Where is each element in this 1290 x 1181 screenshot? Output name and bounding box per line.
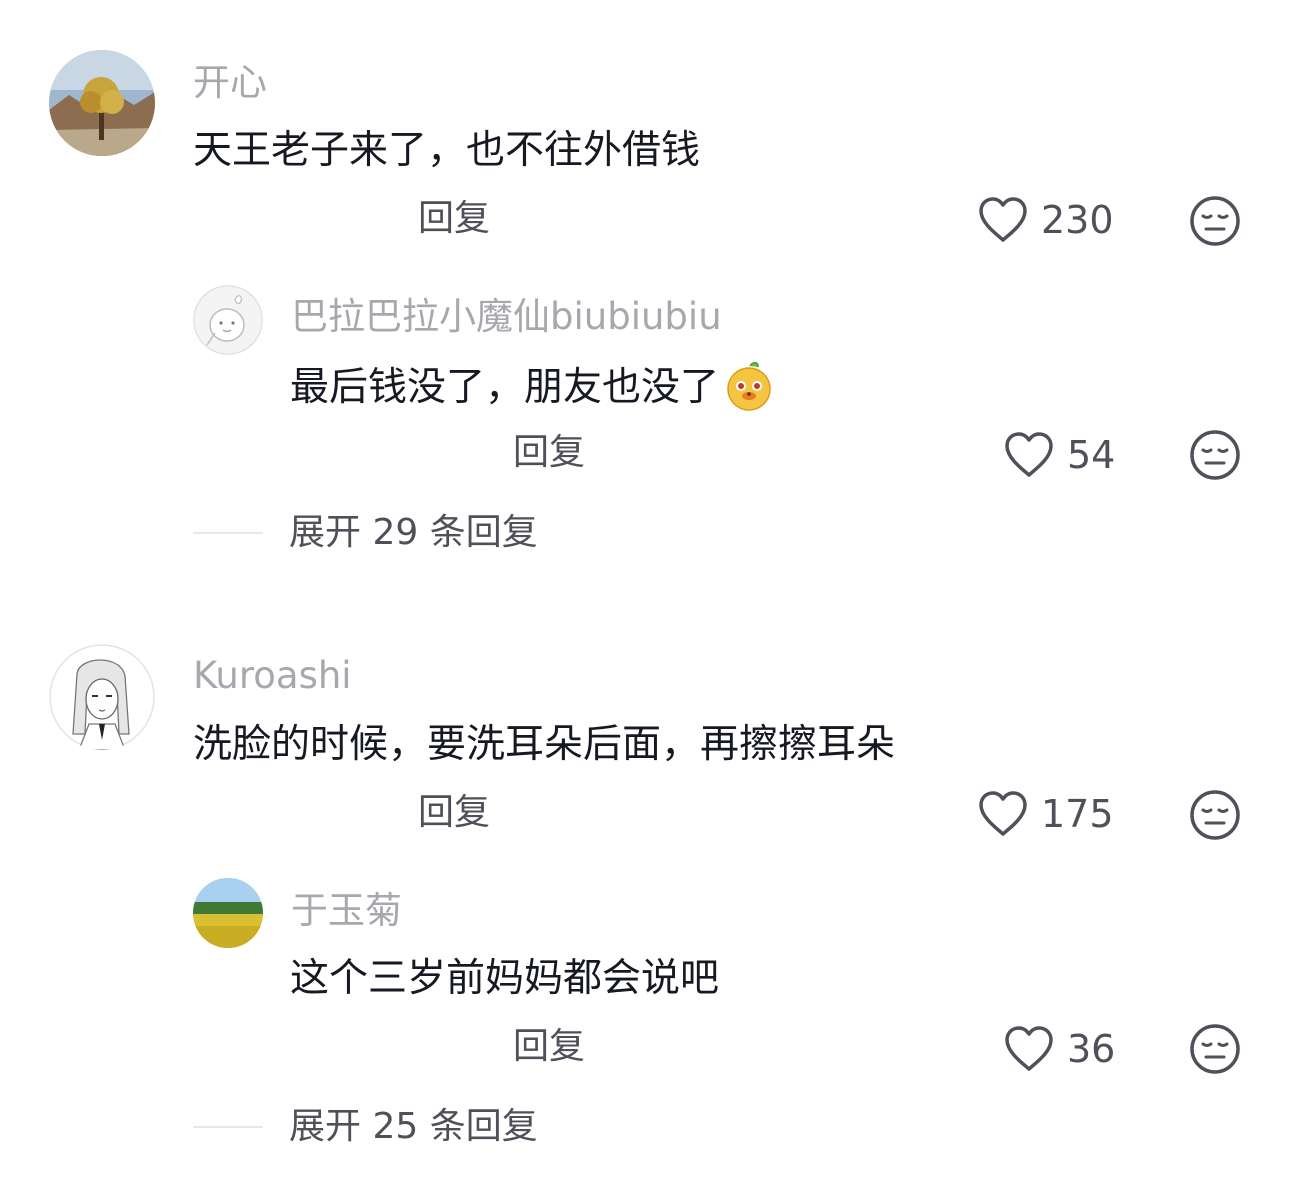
dislike-button[interactable] (1189, 195, 1241, 251)
cartoon-avatar-image (193, 285, 263, 355)
dislike-button[interactable] (1189, 1023, 1241, 1079)
comment-text: 最后钱没了，朋友也没了 (290, 360, 775, 419)
expand-replies-button[interactable]: 展开 25 条回复 (289, 1109, 538, 1145)
anime-girl-avatar-image (49, 644, 155, 750)
heart-outline-icon (979, 791, 1027, 836)
expand-replies-button[interactable]: 展开 29 条回复 (289, 515, 538, 551)
avatar[interactable] (193, 285, 263, 355)
like-button[interactable]: 175 (977, 790, 1114, 838)
comment-text: 洗脸的时候，要洗耳朵后面，再擦擦耳朵 (193, 722, 896, 767)
like-button[interactable]: 36 (1003, 1025, 1115, 1073)
like-count: 230 (1041, 198, 1114, 242)
comment-text: 这个三岁前妈妈都会说吧 (290, 956, 720, 1001)
username[interactable]: Kuroashi (193, 657, 352, 694)
username[interactable]: 开心 (193, 64, 267, 101)
heart-outline-icon (979, 197, 1027, 242)
avatar[interactable] (49, 50, 155, 156)
neutral-face-icon (1190, 1024, 1240, 1074)
like-count: 36 (1067, 1027, 1116, 1071)
username[interactable]: 于玉菊 (291, 892, 402, 929)
avatar[interactable] (49, 644, 155, 750)
neutral-face-icon (1190, 430, 1240, 480)
divider (193, 532, 263, 534)
reply-button[interactable]: 回复 (418, 795, 490, 831)
sticker-emoji-icon (723, 360, 775, 419)
dislike-button[interactable] (1189, 429, 1241, 485)
like-count: 54 (1067, 433, 1116, 477)
tree-landscape-avatar-image (49, 50, 155, 156)
field-landscape-avatar-image (193, 878, 263, 948)
username[interactable]: 巴拉巴拉小魔仙biubiubiu (291, 298, 722, 335)
comment-text: 天王老子来了，也不往外借钱 (193, 128, 701, 173)
reply-button[interactable]: 回复 (513, 1029, 585, 1065)
neutral-face-icon (1190, 790, 1240, 840)
reply-button[interactable]: 回复 (418, 201, 490, 237)
divider (193, 1126, 263, 1128)
like-button[interactable]: 230 (977, 196, 1114, 244)
neutral-face-icon (1190, 196, 1240, 246)
like-button[interactable]: 54 (1003, 431, 1115, 479)
reply-button[interactable]: 回复 (513, 435, 585, 471)
heart-outline-icon (1005, 1026, 1053, 1071)
avatar[interactable] (193, 878, 263, 948)
heart-outline-icon (1005, 432, 1053, 477)
dislike-button[interactable] (1189, 789, 1241, 845)
comment-text-content: 最后钱没了，朋友也没了 (290, 365, 720, 410)
like-count: 175 (1041, 792, 1114, 836)
